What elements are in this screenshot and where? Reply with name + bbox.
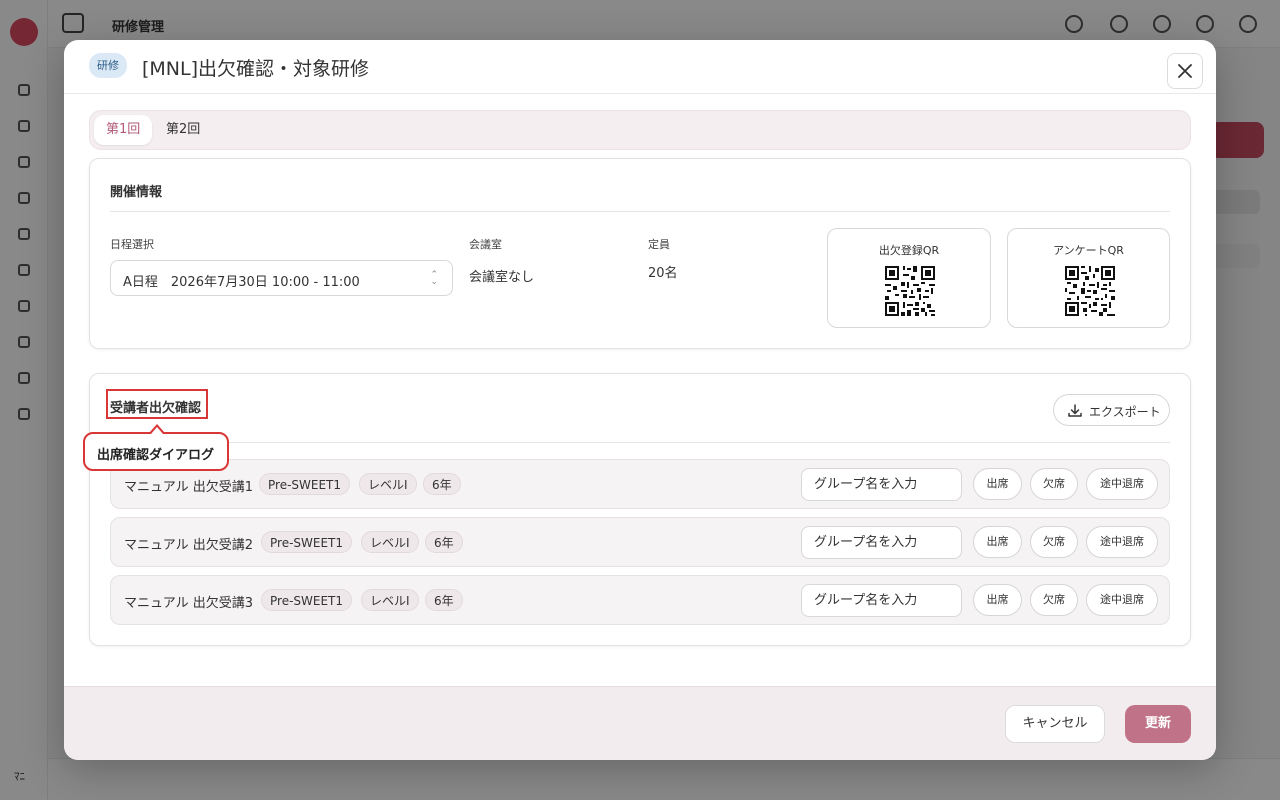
capacity-label: 定員 [648,238,670,251]
dialog-title: [MNL]出欠確認・対象研修 [142,58,370,80]
close-button[interactable] [1167,53,1203,89]
attendance-dialog: 研修 [MNL]出欠確認・対象研修 第1回 第2回 開催情報 日程選択 A日程 … [64,40,1216,760]
annotation-tooltip-text: 出席確認ダイアログ [97,448,215,463]
attendee-attendance-card: 受講者出欠確認 エクスポート マニュアル 出欠受講1 Pre-SWEET1 レベ… [89,373,1191,646]
category-tag: 研修 [89,53,127,78]
level-chip: レベルI [361,589,419,611]
close-icon [1178,64,1192,78]
update-button[interactable]: 更新 [1125,705,1191,743]
left-early-button[interactable]: 途中退席 [1086,584,1158,616]
attendee-row: マニュアル 出欠受講3 Pre-SWEET1 レベルI 6年 出席 欠席 途中退… [110,575,1170,625]
dialog-footer: キャンセル 更新 [64,686,1216,760]
attendee-row: マニュアル 出欠受講1 Pre-SWEET1 レベルI 6年 出席 欠席 途中退… [110,459,1170,509]
attendance-qr-code [885,266,935,316]
survey-qr-label: アンケートQR [1053,244,1124,257]
present-button[interactable]: 出席 [973,584,1022,616]
course-chip: Pre-SWEET1 [259,473,351,495]
group-name-input[interactable] [801,526,962,559]
group-name-input[interactable] [801,584,962,617]
room-value: 会議室なし [469,270,535,285]
present-button[interactable]: 出席 [973,526,1022,558]
session-tabs: 第1回 第2回 [89,110,1191,150]
attendance-qr-label: 出欠登録QR [878,244,940,257]
schedule-value: A日程 2026年7月30日 10:00 - 11:00 [123,275,360,290]
tooltip-arrow-inner [151,427,163,434]
room-label: 会議室 [469,238,502,251]
left-early-button[interactable]: 途中退席 [1086,468,1158,500]
divider [110,211,1170,212]
dialog-header: 研修 [MNL]出欠確認・対象研修 [64,40,1216,94]
event-info-card: 開催情報 日程選択 A日程 2026年7月30日 10:00 - 11:00 ⌃… [89,158,1191,349]
course-chip: Pre-SWEET1 [261,589,353,611]
attendee-name: マニュアル 出欠受講3 [124,596,254,611]
dialog-body: 第1回 第2回 開催情報 日程選択 A日程 2026年7月30日 10:00 -… [64,94,1216,686]
annotation-highlight-box [106,389,208,419]
export-button[interactable]: エクスポート [1053,394,1170,426]
level-chip: レベルI [361,531,419,553]
absent-button[interactable]: 欠席 [1030,584,1078,616]
left-early-button[interactable]: 途中退席 [1086,526,1158,558]
download-icon [1068,404,1082,417]
divider [110,442,1170,443]
survey-qr-code [1065,266,1115,316]
attendance-qr-card[interactable]: 出欠登録QR [827,228,991,328]
year-chip: 6年 [425,531,463,553]
capacity-value: 20名 [648,266,678,281]
schedule-select[interactable]: A日程 2026年7月30日 10:00 - 11:00 ⌃ ⌄ [110,260,453,296]
attendee-name: マニュアル 出欠受講2 [124,538,254,553]
attendee-name: マニュアル 出欠受講1 [124,480,254,495]
present-button[interactable]: 出席 [973,468,1022,500]
tab-session-1[interactable]: 第1回 [94,115,153,145]
annotation-tooltip: 出席確認ダイアログ [83,432,229,471]
chevron-updown-icon: ⌃ ⌄ [430,270,438,287]
survey-qr-card[interactable]: アンケートQR [1007,228,1170,328]
group-name-input[interactable] [801,468,962,501]
absent-button[interactable]: 欠席 [1030,468,1078,500]
year-chip: 6年 [425,589,463,611]
level-chip: レベルI [359,473,417,495]
schedule-label: 日程選択 [110,238,154,251]
year-chip: 6年 [423,473,461,495]
event-info-title: 開催情報 [110,185,163,200]
cancel-button[interactable]: キャンセル [1005,705,1105,743]
attendee-row: マニュアル 出欠受講2 Pre-SWEET1 レベルI 6年 出席 欠席 途中退… [110,517,1170,567]
absent-button[interactable]: 欠席 [1030,526,1078,558]
course-chip: Pre-SWEET1 [261,531,353,553]
export-label: エクスポート [1089,405,1161,419]
tab-session-2[interactable]: 第2回 [154,115,212,145]
